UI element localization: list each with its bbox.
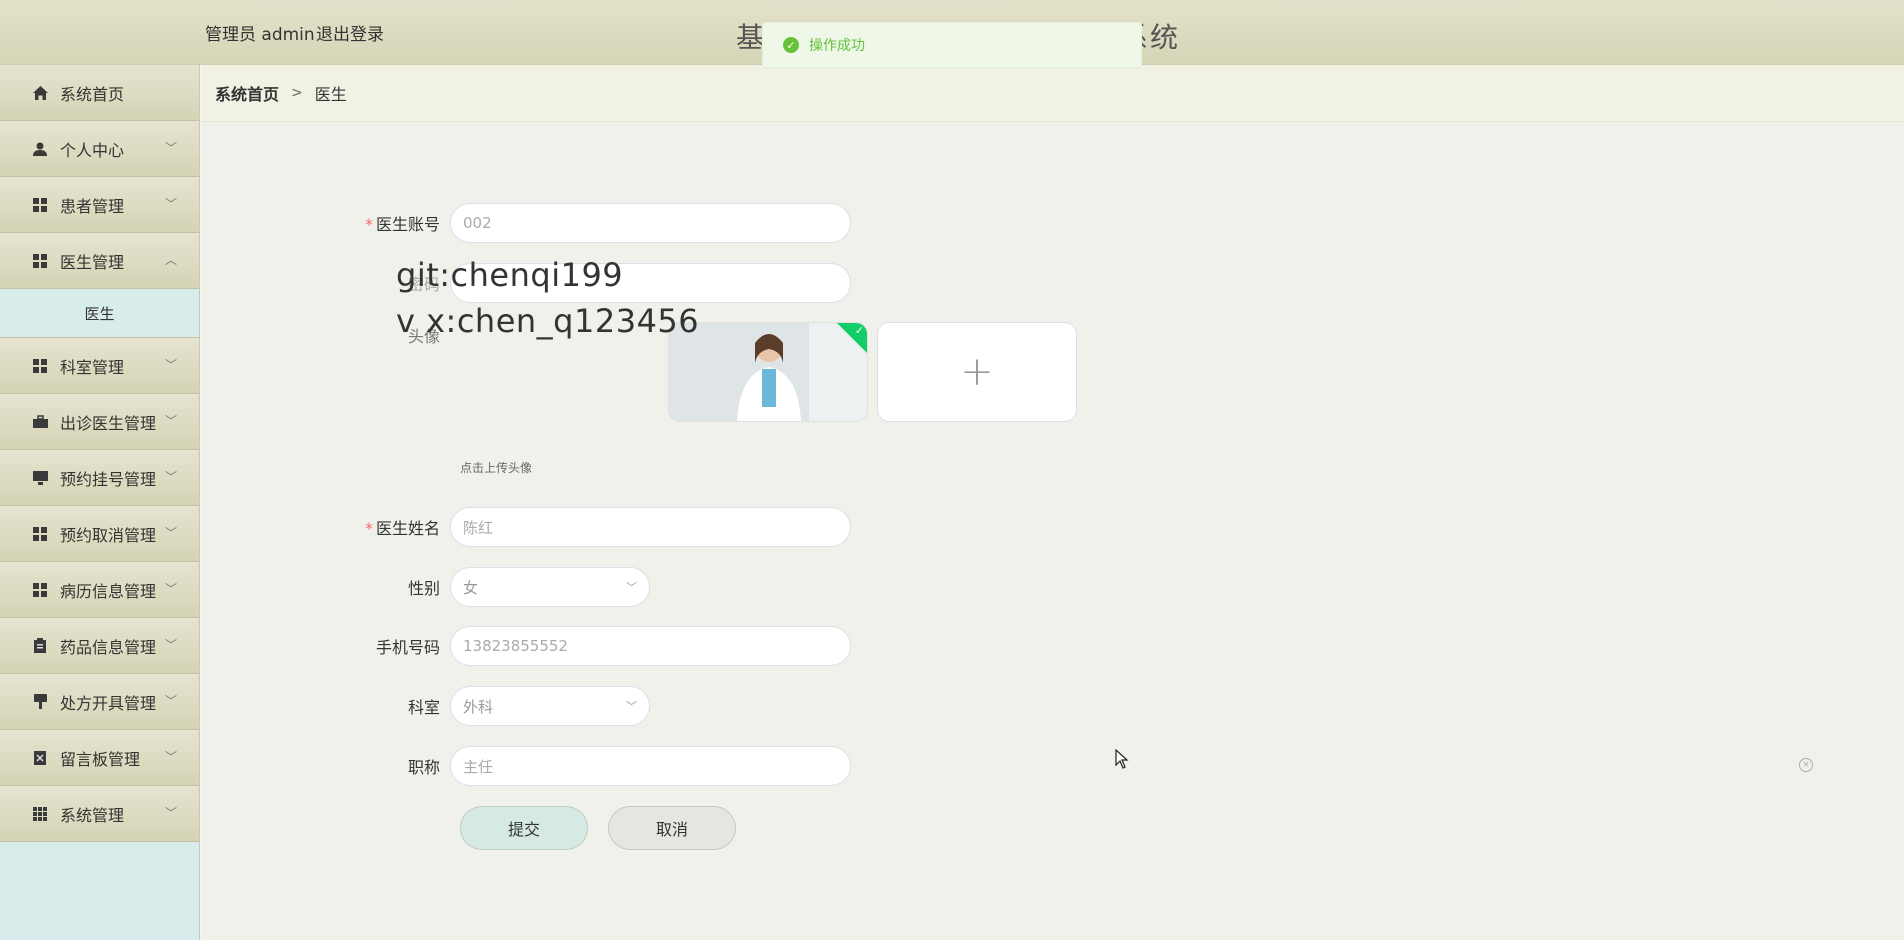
grid-icon (32, 358, 48, 374)
home-icon (32, 85, 48, 101)
monitor-icon (32, 470, 48, 486)
chevron-down-icon: ﹀ (164, 141, 177, 155)
grid-icon (32, 526, 48, 542)
sidebar-item-medical-records[interactable]: 病历信息管理 ﹀ (0, 562, 199, 618)
chevron-down-icon: ﹀ (164, 197, 177, 211)
form-row-phone: 手机号码 13823855552 (201, 626, 851, 666)
sidebar-item-prescriptions[interactable]: 处方开具管理 ﹀ (0, 674, 199, 730)
gender-label: 性别 (407, 579, 440, 598)
sidebar-item-label: 医生管理 (60, 252, 125, 272)
form-row-name: * 医生姓名 陈红 (201, 507, 851, 547)
sidebar-item-label: 预约挂号管理 (60, 469, 157, 489)
phone-input[interactable]: 13823855552 (450, 626, 851, 666)
submit-button[interactable]: 提交 (460, 806, 588, 850)
sidebar-item-label: 病历信息管理 (60, 581, 157, 601)
mouse-cursor-icon (1115, 748, 1129, 774)
sidebar-item-label: 科室管理 (60, 357, 125, 377)
main-content: 系统首页 > 医生 * 医生账号 002 密码 头像 ✓ + 点击上传头像 git… (201, 65, 1904, 940)
admin-label: 管理员 admin (205, 25, 315, 45)
sidebar-subitem-doctor[interactable]: 医生 (0, 289, 199, 338)
form-row-title: 职称 主任 (201, 746, 851, 786)
close-circle-icon[interactable]: × (1799, 758, 1813, 772)
sidebar-item-personal-center[interactable]: 个人中心 ﹀ (0, 121, 199, 177)
sidebar: 系统首页 个人中心 ﹀ 患者管理 ﹀ 医生管理 ︿ 医生 科室管理 ﹀ 出诊医生… (0, 65, 200, 940)
chevron-down-icon: ﹀ (164, 526, 177, 540)
department-select-value: 外科 (463, 697, 494, 716)
chevron-up-icon: ︿ (164, 253, 177, 267)
sidebar-item-appointment-cancel[interactable]: 预约取消管理 ﹀ (0, 506, 199, 562)
chevron-down-icon: ﹀ (164, 694, 177, 708)
chevron-down-icon: ﹀ (164, 582, 177, 596)
chevron-down-icon: ﹀ (164, 358, 177, 372)
breadcrumb: 系统首页 > 医生 (201, 65, 1904, 122)
chevron-down-icon: ﹀ (164, 414, 177, 428)
gender-select-value: 女 (463, 578, 479, 597)
logout-link[interactable]: 退出登录 (316, 20, 384, 45)
sidebar-item-label: 系统首页 (60, 84, 125, 104)
stamp-icon (32, 694, 48, 710)
watermark-line-2: v x:chen_q123456 (396, 302, 700, 340)
chevron-down-icon: ﹀ (164, 806, 177, 820)
account-input[interactable]: 002 (450, 203, 851, 243)
check-icon: ✓ (854, 324, 864, 337)
sidebar-item-label: 处方开具管理 (60, 693, 157, 713)
breadcrumb-current: 医生 (314, 85, 347, 104)
phone-label: 手机号码 (375, 638, 440, 657)
cancel-button[interactable]: 取消 (608, 806, 736, 850)
chevron-down-icon: ﹀ (164, 750, 177, 764)
note-icon (32, 750, 48, 766)
form-row-account: * 医生账号 002 (201, 203, 851, 243)
sidebar-item-system[interactable]: 系统管理 ﹀ (0, 786, 199, 842)
sidebar-item-message-board[interactable]: 留言板管理 ﹀ (0, 730, 199, 786)
form-row-gender: 性别 女 ﹀ (201, 567, 650, 607)
chevron-down-icon: ﹀ (164, 470, 177, 484)
sidebar-item-label: 出诊医生管理 (60, 413, 157, 433)
sidebar-item-doctors[interactable]: 医生管理 ︿ (0, 233, 199, 289)
clipboard-icon (32, 638, 48, 654)
sidebar-item-label: 患者管理 (60, 196, 125, 216)
avatar-upload-tip: 点击上传头像 (460, 461, 533, 475)
sidebar-item-label: 预约取消管理 (60, 525, 157, 545)
briefcase-icon (32, 414, 48, 430)
name-label: * 医生姓名 (364, 519, 440, 538)
breadcrumb-separator: > (291, 85, 303, 101)
sidebar-item-label: 药品信息管理 (60, 637, 157, 657)
user-icon (32, 141, 48, 157)
success-toast: ✓ 操作成功 (762, 22, 1142, 68)
department-select[interactable]: 外科 ﹀ (450, 686, 650, 726)
grid-icon (32, 253, 48, 269)
required-mark: * (364, 215, 373, 234)
department-label: 科室 (407, 698, 440, 717)
sidebar-item-label: 系统管理 (60, 805, 125, 825)
chevron-down-icon: ﹀ (164, 638, 177, 652)
sidebar-item-label: 个人中心 (60, 140, 125, 160)
gender-select[interactable]: 女 ﹀ (450, 567, 650, 607)
sidebar-item-label: 留言板管理 (60, 749, 141, 769)
sidebar-item-patients[interactable]: 患者管理 ﹀ (0, 177, 199, 233)
sidebar-item-medicines[interactable]: 药品信息管理 ﹀ (0, 618, 199, 674)
grid-icon (32, 582, 48, 598)
breadcrumb-home[interactable]: 系统首页 (215, 81, 279, 105)
title-input[interactable]: 主任 (450, 746, 851, 786)
avatar-upload-button[interactable]: + (877, 322, 1077, 422)
title-label: 职称 (407, 758, 440, 777)
sidebar-item-appointments[interactable]: 预约挂号管理 ﹀ (0, 450, 199, 506)
sidebar-item-visiting-doctors[interactable]: 出诊医生管理 ﹀ (0, 394, 199, 450)
form-row-department: 科室 外科 ﹀ (201, 686, 650, 726)
toast-message: 操作成功 (809, 38, 865, 54)
plus-icon: + (960, 349, 994, 395)
account-label: * 医生账号 (364, 215, 440, 234)
apps-icon (32, 806, 48, 822)
required-mark: * (364, 519, 373, 538)
chevron-down-icon: ﹀ (626, 700, 637, 713)
name-input[interactable]: 陈红 (450, 507, 851, 547)
chevron-down-icon: ﹀ (626, 581, 637, 594)
sidebar-item-departments[interactable]: 科室管理 ﹀ (0, 338, 199, 394)
sidebar-item-home[interactable]: 系统首页 (0, 65, 199, 121)
grid-icon (32, 197, 48, 213)
success-check-icon: ✓ (783, 37, 799, 53)
watermark-line-1: git:chenqi199 (396, 256, 624, 294)
